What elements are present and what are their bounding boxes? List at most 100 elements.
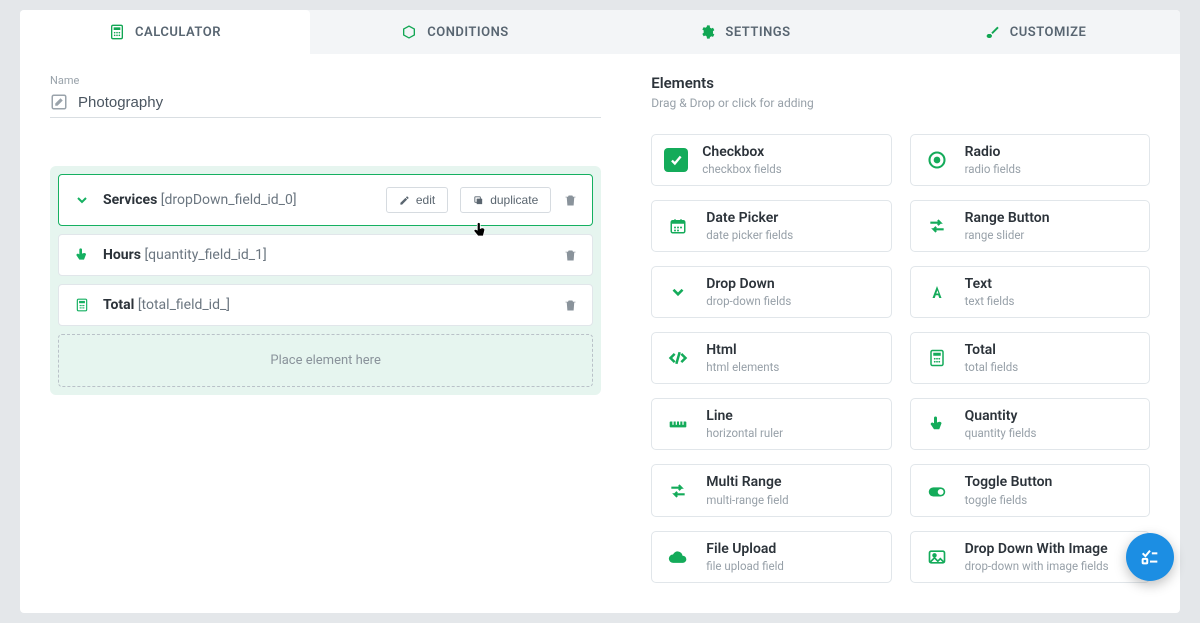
palette-item-desc: html elements: [706, 360, 779, 374]
help-fab[interactable]: [1126, 533, 1174, 581]
field-title: Services: [103, 192, 157, 208]
checkbox-icon: [664, 148, 688, 172]
multirange-icon: [664, 477, 692, 505]
tab-label: SETTINGS: [725, 25, 790, 40]
palette-radio[interactable]: Radio radio fields: [910, 134, 1150, 186]
fields-list: Services [dropDown_field_id_0] edit: [50, 166, 601, 395]
palette-item-desc: total fields: [965, 360, 1019, 374]
palette-item-desc: checkbox fields: [702, 162, 781, 176]
palette-checkbox[interactable]: Checkbox checkbox fields: [651, 134, 891, 186]
palette-item-desc: drop-down with image fields: [965, 559, 1109, 573]
tab-bar: CALCULATOR CONDITIONS SETTINGS CUSTOMIZE: [20, 10, 1180, 54]
palette-item-name: Radio: [965, 144, 1021, 160]
text-icon: [923, 278, 951, 306]
image-icon: [923, 543, 951, 571]
palette-item-name: Quantity: [965, 408, 1037, 424]
palette-text[interactable]: Text text fields: [910, 266, 1150, 318]
builder-panel: Name Services [dropDown_field_id_0]: [50, 74, 601, 583]
palette-multirange[interactable]: Multi Range multi-range field: [651, 464, 891, 516]
palette-item-name: Checkbox: [702, 144, 781, 160]
palette-item-desc: multi-range field: [706, 493, 788, 507]
radio-icon: [923, 146, 951, 174]
palette-item-name: Drop Down: [706, 276, 791, 292]
palette-item-desc: drop-down fields: [706, 294, 791, 308]
ruler-icon: [664, 410, 692, 438]
palette-item-name: Drop Down With Image: [965, 541, 1109, 557]
field-slug: [total_field_id_]: [138, 297, 230, 313]
palette-item-name: Total: [965, 342, 1019, 358]
delete-button[interactable]: [563, 193, 578, 208]
palette-item-name: Line: [706, 408, 783, 424]
tab-label: CALCULATOR: [135, 25, 221, 40]
tab-label: CONDITIONS: [427, 25, 509, 40]
duplicate-button[interactable]: duplicate: [460, 187, 551, 213]
gear-icon: [699, 24, 715, 40]
palette-line[interactable]: Line horizontal ruler: [651, 398, 891, 450]
palette-item-desc: file upload field: [706, 559, 784, 573]
tab-label: CUSTOMIZE: [1010, 25, 1087, 40]
elements-subtitle: Drag & Drop or click for adding: [651, 96, 1150, 110]
elements-panel: Elements Drag & Drop or click for adding…: [651, 74, 1150, 583]
palette-range[interactable]: Range Button range slider: [910, 200, 1150, 252]
edit-button-label: edit: [416, 193, 435, 207]
calculator-name-input[interactable]: [78, 94, 601, 111]
field-row-total[interactable]: Total [total_field_id_]: [58, 284, 593, 326]
palette-html[interactable]: Htmlhtml elements: [651, 332, 891, 384]
edit-name-icon[interactable]: [50, 93, 68, 111]
palette-item-desc: radio fields: [965, 162, 1021, 176]
calculator-icon: [923, 344, 951, 372]
palette-item-name: Text: [965, 276, 1015, 292]
tab-settings[interactable]: SETTINGS: [600, 10, 890, 54]
palette-item-name: Toggle Button: [965, 474, 1053, 490]
code-icon: [664, 344, 692, 372]
palette-item-desc: horizontal ruler: [706, 426, 783, 440]
palette-item-desc: date picker fields: [706, 228, 793, 242]
calculator-icon: [73, 298, 91, 312]
palette-dropdownimage[interactable]: Drop Down With Image drop-down with image…: [910, 531, 1150, 583]
palette-total[interactable]: Total total fields: [910, 332, 1150, 384]
app-window: CALCULATOR CONDITIONS SETTINGS CUSTOMIZE…: [20, 10, 1180, 613]
palette-fileupload[interactable]: File Upload file upload field: [651, 531, 891, 583]
palette-toggle[interactable]: Toggle Button toggle fields: [910, 464, 1150, 516]
field-title: Hours: [103, 247, 141, 263]
name-row: [50, 93, 601, 118]
edit-button[interactable]: edit: [386, 187, 448, 213]
palette-item-name: Multi Range: [706, 474, 788, 490]
palette-datepicker[interactable]: Date Picker date picker fields: [651, 200, 891, 252]
tab-conditions[interactable]: CONDITIONS: [310, 10, 600, 54]
calendar-icon: [664, 212, 692, 240]
calculator-icon: [109, 24, 125, 40]
palette-item-desc: quantity fields: [965, 426, 1037, 440]
delete-button[interactable]: [563, 298, 578, 313]
palette-dropdown[interactable]: Drop Down drop-down fields: [651, 266, 891, 318]
delete-button[interactable]: [563, 248, 578, 263]
toggle-icon: [923, 477, 951, 505]
range-icon: [923, 212, 951, 240]
elements-palette: Checkbox checkbox fields Radio radio field…: [651, 134, 1150, 583]
palette-item-name: File Upload: [706, 541, 784, 557]
drop-zone[interactable]: Place element here: [58, 334, 593, 387]
duplicate-button-label: duplicate: [490, 193, 538, 207]
palette-item-desc: range slider: [965, 228, 1050, 242]
name-label: Name: [50, 74, 601, 87]
brush-icon: [984, 24, 1000, 40]
body: Name Services [dropDown_field_id_0]: [20, 54, 1180, 613]
palette-quantity[interactable]: Quantity quantity fields: [910, 398, 1150, 450]
cube-icon: [401, 24, 417, 40]
hand-point-icon: [73, 247, 91, 263]
field-slug: [dropDown_field_id_0]: [161, 192, 297, 208]
field-slug: [quantity_field_id_1]: [144, 247, 266, 263]
drop-zone-label: Place element here: [270, 353, 381, 368]
tab-customize[interactable]: CUSTOMIZE: [890, 10, 1180, 54]
copy-icon: [473, 195, 484, 206]
palette-item-desc: toggle fields: [965, 493, 1053, 507]
upload-icon: [664, 543, 692, 571]
palette-item-name: Date Picker: [706, 210, 793, 226]
field-row-services[interactable]: Services [dropDown_field_id_0] edit: [58, 174, 593, 226]
palette-item-name: Range Button: [965, 210, 1050, 226]
chevron-down-icon: [73, 192, 91, 208]
field-row-hours[interactable]: Hours [quantity_field_id_1]: [58, 234, 593, 276]
pencil-icon: [399, 195, 410, 206]
tab-calculator[interactable]: CALCULATOR: [20, 10, 310, 54]
palette-item-desc: text fields: [965, 294, 1015, 308]
